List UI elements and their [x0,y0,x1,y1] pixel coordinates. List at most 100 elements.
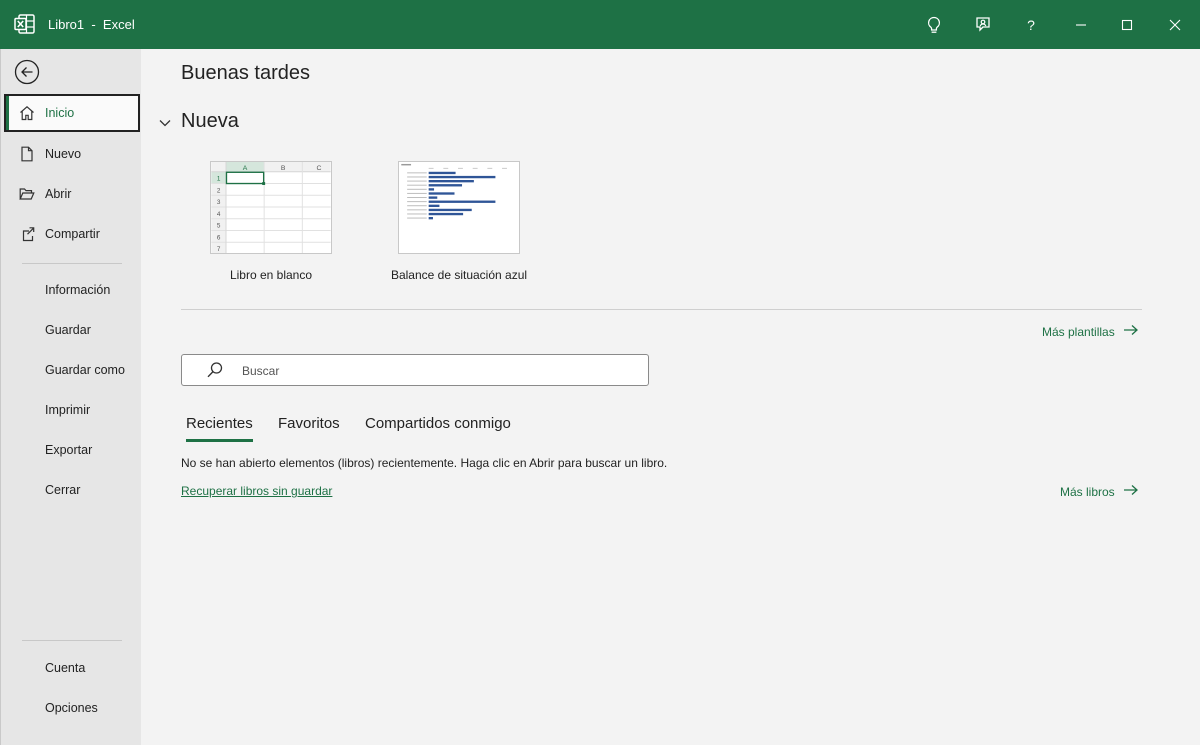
more-templates-link[interactable]: Más plantillas [1042,324,1139,339]
new-document-icon [19,146,35,162]
sidebar-item-label: Abrir [45,187,72,201]
title-bar: Libro1 - Excel ? [0,0,1200,49]
thumbnail-bar [428,171,456,175]
thumbnail-bar [428,192,455,195]
sidebar-item-label: Cerrar [45,483,81,497]
minimize-icon [1075,19,1087,31]
more-books-link[interactable]: Más libros [1060,484,1139,499]
tab-compartidos[interactable]: Compartidos conmigo [365,415,511,432]
thumbnail-bar [428,196,438,199]
thumbnail-bar [428,216,433,220]
back-arrow-icon [14,59,40,89]
thumbnail-row-label [407,205,427,207]
row-header: 7 [217,246,221,253]
tab-favoritos[interactable]: Favoritos [278,415,340,432]
sidebar-item-inicio[interactable]: Inicio [4,94,140,132]
backstage-sidebar: Inicio Nuevo Abrir Compartir Información… [0,49,141,745]
help-icon: ? [1027,16,1035,33]
template-blank-workbook[interactable]: A B C 1 2 3 4 5 6 7 Libro en blanco [181,161,361,291]
row-header: 1 [217,176,221,183]
sidebar-item-cerrar[interactable]: Cerrar [4,471,140,509]
back-button[interactable] [14,59,40,85]
more-books-label: Más libros [1060,484,1115,499]
template-balance-azul[interactable]: Balance de situación azul [369,161,549,291]
sidebar-item-exportar[interactable]: Exportar [4,431,140,469]
arrow-right-icon [1115,324,1139,339]
sidebar-item-cuenta[interactable]: Cuenta [4,649,140,687]
search-icon [206,361,224,379]
collapse-nueva-button[interactable] [158,115,172,127]
tab-recientes[interactable]: Recientes [186,415,253,442]
sidebar-item-guardar-como[interactable]: Guardar como [4,351,140,389]
thumbnail-row-label [407,213,427,215]
column-header: B [281,165,286,172]
column-header: C [316,165,321,172]
thumbnail-row-label [407,217,427,219]
thumbnail-bar [428,212,464,216]
excel-logo-icon [14,14,36,34]
thumbnail-bar [428,184,463,187]
thumbnail-row-label [407,176,427,178]
close-icon [1169,19,1181,31]
sidebar-item-label: Exportar [45,443,93,457]
sidebar-item-label: Inicio [45,106,75,120]
column-header: A [243,165,248,172]
sidebar-separator [22,263,122,264]
sidebar-item-imprimir[interactable]: Imprimir [4,391,140,429]
sidebar-item-abrir[interactable]: Abrir [4,175,140,213]
thumbnail-row-label [407,201,427,203]
sidebar-item-nuevo[interactable]: Nuevo [4,135,140,173]
thumbnail-bar [428,200,496,203]
sidebar-item-label: Información [45,283,111,297]
template-label: Libro en blanco [229,268,313,282]
maximize-icon [1121,19,1133,31]
lightbulb-icon [926,16,942,34]
row-header: 4 [217,211,221,218]
sidebar-item-label: Cuenta [45,661,86,675]
balance-thumbnail [398,161,520,254]
blank-workbook-thumbnail: A B C 1 2 3 4 5 6 7 [210,161,332,254]
help-button[interactable]: ? [1008,0,1054,49]
sidebar-item-label: Compartir [45,227,100,241]
thumbnail-bar [428,204,440,208]
chevron-down-icon [158,115,172,132]
maximize-button[interactable] [1104,0,1150,49]
recover-unsaved-link[interactable]: Recuperar libros sin guardar [181,484,332,498]
home-icon [19,105,35,121]
thumbnail-row-label [407,180,427,182]
row-header: 3 [217,199,221,206]
page-title: Buenas tardes [181,62,310,84]
sidebar-item-label: Nuevo [45,147,82,161]
row-header: 6 [217,234,221,241]
thumbnail-bar [428,208,472,212]
home-main: Buenas tardes Nueva A B C 1 2 3 4 5 6 7 … [141,49,1200,745]
search-input[interactable] [242,362,632,380]
folder-open-icon [19,186,35,202]
sidebar-item-label: Imprimir [45,403,91,417]
sidebar-item-label: Guardar como [45,363,125,377]
thumbnail-bar [428,180,474,183]
sidebar-item-compartir[interactable]: Compartir [4,215,140,253]
section-title-nueva: Nueva [181,110,239,132]
more-templates-label: Más plantillas [1042,324,1115,339]
thumbnail-row-label [407,188,427,190]
section-divider [181,309,1142,310]
row-header: 5 [217,223,221,230]
search-box[interactable] [181,354,649,386]
lightbulb-button[interactable] [911,0,957,49]
share-icon [19,226,35,242]
sidebar-item-label: Guardar [45,323,91,337]
sidebar-separator [22,640,122,641]
template-label: Balance de situación azul [390,268,528,282]
thumbnail-bar [428,188,435,191]
thumbnail-row-label [407,209,427,211]
sidebar-item-label: Opciones [45,701,98,715]
thumbnail-row-label [407,192,427,194]
empty-recent-message: No se han abierto elementos (libros) rec… [181,456,668,470]
sidebar-item-informacion[interactable]: Información [4,271,140,309]
sidebar-item-guardar[interactable]: Guardar [4,311,140,349]
close-button[interactable] [1152,0,1198,49]
feedback-button[interactable] [960,0,1006,49]
sidebar-item-opciones[interactable]: Opciones [4,689,140,727]
minimize-button[interactable] [1058,0,1104,49]
